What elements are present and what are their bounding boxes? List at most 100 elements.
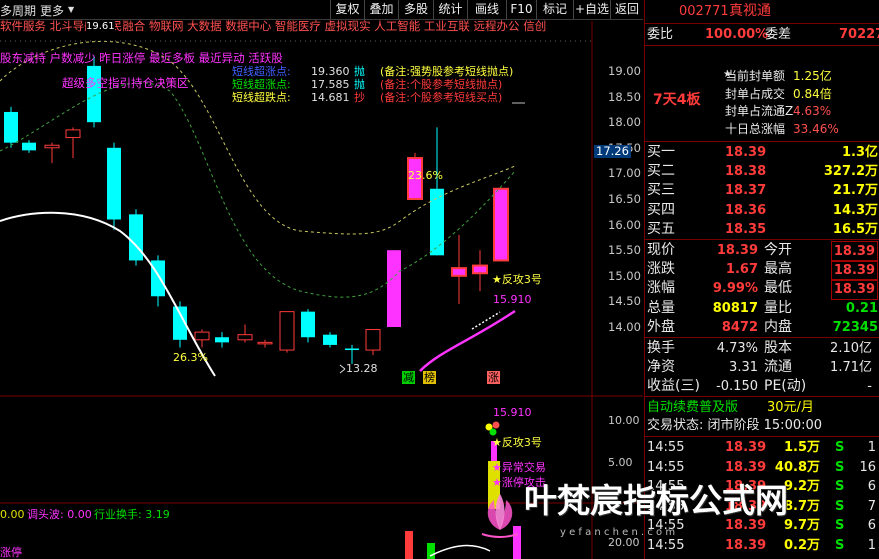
toolbar-button-4[interactable]: 画线 bbox=[467, 0, 506, 19]
tick-side: S bbox=[835, 459, 845, 475]
tick-row: 14:55 18.39 1.5万 S 1 bbox=[645, 438, 879, 457]
quote-value: 1.67 bbox=[725, 262, 758, 278]
signal-dot bbox=[489, 428, 497, 436]
bid-row[interactable]: 买四 18.36 14.3万 bbox=[645, 201, 879, 220]
candle-body bbox=[301, 311, 315, 338]
signal-tag: 抄 bbox=[354, 91, 365, 104]
stock-name: 真视通 bbox=[729, 3, 771, 19]
stat-label: PE(动) bbox=[764, 378, 807, 394]
candle-body bbox=[194, 331, 210, 341]
bid-row[interactable]: 买一 18.39 1.3亿 bbox=[645, 143, 879, 162]
candle-body bbox=[237, 334, 253, 341]
price-axis-tick: 14.50 bbox=[608, 294, 641, 309]
quote-value: 8472 bbox=[721, 319, 758, 335]
lotus-icon bbox=[481, 494, 519, 538]
price-axis-tick: 16.50 bbox=[608, 192, 641, 206]
low-price-label: 13.28 bbox=[346, 362, 378, 375]
candle-body bbox=[365, 329, 381, 351]
signal-note: (备注:个股参考短线抛点) bbox=[380, 78, 503, 91]
watermark-text: 叶梵宸指标公式网 bbox=[524, 481, 788, 520]
watermark-url: y e f a n c h e n . c o m bbox=[560, 527, 676, 538]
seal-stat-value: 1.25亿 bbox=[793, 69, 832, 83]
toolbar-button-6[interactable]: 标记 bbox=[536, 0, 573, 19]
bid-label: 买二 bbox=[647, 163, 675, 180]
tick-price: 18.39 bbox=[725, 440, 767, 455]
quote-label: 外盘 bbox=[647, 318, 675, 335]
wei-cha-label: 委差 bbox=[765, 27, 792, 42]
quote-row: 涨幅 9.99% 最低 18.39 bbox=[645, 279, 879, 301]
bid-price: 18.36 bbox=[725, 202, 767, 218]
toolbar-button-0[interactable]: 复权 bbox=[330, 0, 364, 19]
tick-time: 14:55 bbox=[647, 440, 685, 455]
subscription-price[interactable]: 30元/月 bbox=[767, 398, 814, 417]
chart-toolbar: 多周期 更多 ▼ 复权 叠加 多股 统计 画线 F10 标记 +自选 返回 bbox=[0, 0, 643, 20]
quote-row: 外盘 8472 内盘 72345 bbox=[645, 318, 879, 337]
more-menu[interactable]: 更多 bbox=[40, 2, 64, 19]
period-menu[interactable]: 多周期 bbox=[0, 2, 36, 19]
bid-label: 买四 bbox=[647, 201, 675, 218]
bottom-indicator-v2: 调头波: 0.00 bbox=[27, 508, 92, 521]
candle-body bbox=[44, 144, 60, 149]
quote-value: 18.39 bbox=[830, 260, 878, 282]
bid-row[interactable]: 买三 18.37 21.7万 bbox=[645, 181, 879, 200]
signal-tag: 抛 bbox=[354, 78, 365, 91]
volume-axis-tick: 10.00 bbox=[608, 414, 640, 427]
tick-count: 16 bbox=[859, 459, 876, 475]
seal-stat-row: 当前封单额 1.25亿 bbox=[645, 67, 879, 86]
upper-value-label: 15.910 bbox=[493, 293, 532, 306]
tick-side: S bbox=[835, 440, 845, 455]
stat-label: 收益(三) bbox=[647, 378, 700, 394]
stat-label: 净资 bbox=[647, 359, 675, 375]
signal-name: 短线超涨点: bbox=[232, 65, 291, 78]
stat-value: - bbox=[867, 379, 872, 394]
bid-row[interactable]: 买二 18.38 327.2万 bbox=[645, 162, 879, 181]
candle-body bbox=[4, 111, 18, 143]
quote-row: 涨跌 1.67 最高 18.39 bbox=[645, 260, 879, 282]
signal-note: (备注:强势股参考短线抛点) bbox=[380, 65, 514, 78]
candle-body bbox=[279, 311, 295, 351]
toolbar-button-3[interactable]: 统计 bbox=[433, 0, 467, 19]
stat-value: 3.31 bbox=[729, 360, 758, 375]
bid-label: 买五 bbox=[647, 220, 675, 237]
bottom-indicator-v1: 0.00 bbox=[0, 508, 25, 521]
bid-price: 18.39 bbox=[725, 145, 767, 160]
stat-value: 1.71亿 bbox=[830, 360, 872, 375]
tick-row: 14:55 18.39 40.8万 S 16 bbox=[645, 458, 879, 477]
candle-body bbox=[323, 334, 337, 345]
wei-cha-value: 70227 bbox=[839, 27, 879, 42]
quote-value: 18.39 bbox=[830, 241, 878, 262]
bid-volume: 14.3万 bbox=[832, 202, 878, 218]
toolbar-button-5[interactable]: F10 bbox=[506, 0, 536, 19]
bid-volume: 1.3亿 bbox=[841, 145, 878, 160]
bid-row[interactable]: 买五 18.35 16.5万 bbox=[645, 220, 879, 239]
candle-body bbox=[497, 191, 505, 258]
signal-value: 14.681 bbox=[311, 91, 350, 104]
signal-value: 17.585 bbox=[311, 78, 350, 91]
toolbar-button-2[interactable]: 多股 bbox=[398, 0, 433, 19]
bid-price: 18.37 bbox=[725, 183, 767, 199]
toolbar-button-8[interactable]: 返回 bbox=[610, 0, 643, 19]
seal-stat-value: 33.46% bbox=[793, 121, 839, 136]
seal-stat-value: 4.63% bbox=[793, 104, 832, 118]
trade-state: 交易状态: 闭市阶段 15:00:00 bbox=[647, 418, 823, 433]
quote-label: 最低 bbox=[764, 280, 792, 297]
quote-value: 9.99% bbox=[712, 281, 758, 297]
support-line-dash bbox=[471, 311, 501, 330]
candle-body bbox=[455, 271, 463, 273]
tick-time: 14:55 bbox=[647, 459, 685, 475]
stock-code: 002771 bbox=[679, 4, 729, 19]
toolbar-button-7[interactable]: +自选 bbox=[573, 0, 610, 19]
toolbar-button-1[interactable]: 叠加 bbox=[364, 0, 398, 19]
price-axis-tick: 16.00 bbox=[608, 217, 641, 232]
signal-name: 短线超跌点: bbox=[232, 91, 291, 104]
stat-value: 4.73% bbox=[716, 341, 758, 356]
stat-value: -0.150 bbox=[716, 379, 758, 394]
quote-label: 量比 bbox=[764, 299, 792, 316]
price-axis-tick: 15.50 bbox=[608, 243, 641, 258]
signal-name: 短线超涨点: bbox=[232, 78, 291, 91]
quote-value: 18.39 bbox=[830, 279, 878, 301]
quote-label: 最高 bbox=[764, 261, 792, 278]
quote-value: 0.21 bbox=[845, 300, 878, 316]
price-axis-tick: 17.00 bbox=[608, 166, 641, 181]
subscription-banner[interactable]: 自动续费普及版 bbox=[647, 398, 738, 417]
